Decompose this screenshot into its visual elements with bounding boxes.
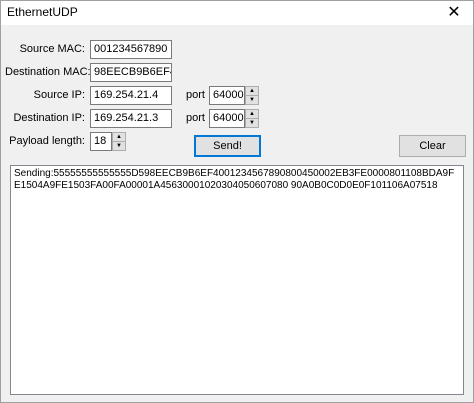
destination-port-spinner[interactable]: ▲ ▼ bbox=[245, 109, 259, 128]
spin-down-icon[interactable]: ▼ bbox=[246, 96, 258, 104]
spin-up-icon[interactable]: ▲ bbox=[246, 87, 258, 96]
clear-button[interactable]: Clear bbox=[399, 135, 466, 157]
title-bar[interactable]: EthernetUDP ✕ bbox=[1, 1, 473, 25]
destination-port-label: port bbox=[186, 112, 205, 124]
destination-ip-field[interactable]: 169.254.21.3 bbox=[90, 109, 172, 128]
spin-down-icon[interactable]: ▼ bbox=[246, 119, 258, 127]
close-icon[interactable]: ✕ bbox=[439, 3, 469, 23]
destination-ip-label: Destination IP: bbox=[13, 112, 85, 124]
spin-down-icon[interactable]: ▼ bbox=[113, 142, 125, 150]
source-port-label: port bbox=[186, 89, 205, 101]
destination-mac-label: Destination MAC: bbox=[5, 66, 91, 78]
destination-mac-field[interactable]: 98EECB9B6EF4 bbox=[90, 63, 172, 82]
destination-port-field[interactable]: 64000 bbox=[209, 109, 245, 128]
payload-length-field[interactable]: 18 bbox=[90, 132, 112, 151]
window-title: EthernetUDP bbox=[7, 5, 78, 19]
payload-length-label: Payload length: bbox=[9, 135, 85, 147]
source-mac-label: Source MAC: bbox=[19, 43, 85, 55]
source-port-field[interactable]: 64000 bbox=[209, 86, 245, 105]
send-button[interactable]: Send! bbox=[194, 135, 261, 157]
output-log[interactable]: Sending:55555555555555D598EECB9B6EF40012… bbox=[10, 165, 464, 395]
spin-up-icon[interactable]: ▲ bbox=[246, 110, 258, 119]
source-ip-label: Source IP: bbox=[33, 89, 85, 101]
source-ip-field[interactable]: 169.254.21.4 bbox=[90, 86, 172, 105]
payload-length-spinner[interactable]: ▲ ▼ bbox=[112, 132, 126, 151]
spin-up-icon[interactable]: ▲ bbox=[113, 133, 125, 142]
source-mac-field[interactable]: 001234567890 bbox=[90, 40, 172, 59]
ethernetudp-window: EthernetUDP ✕ Source MAC: 001234567890 D… bbox=[0, 0, 474, 403]
source-port-spinner[interactable]: ▲ ▼ bbox=[245, 86, 259, 105]
